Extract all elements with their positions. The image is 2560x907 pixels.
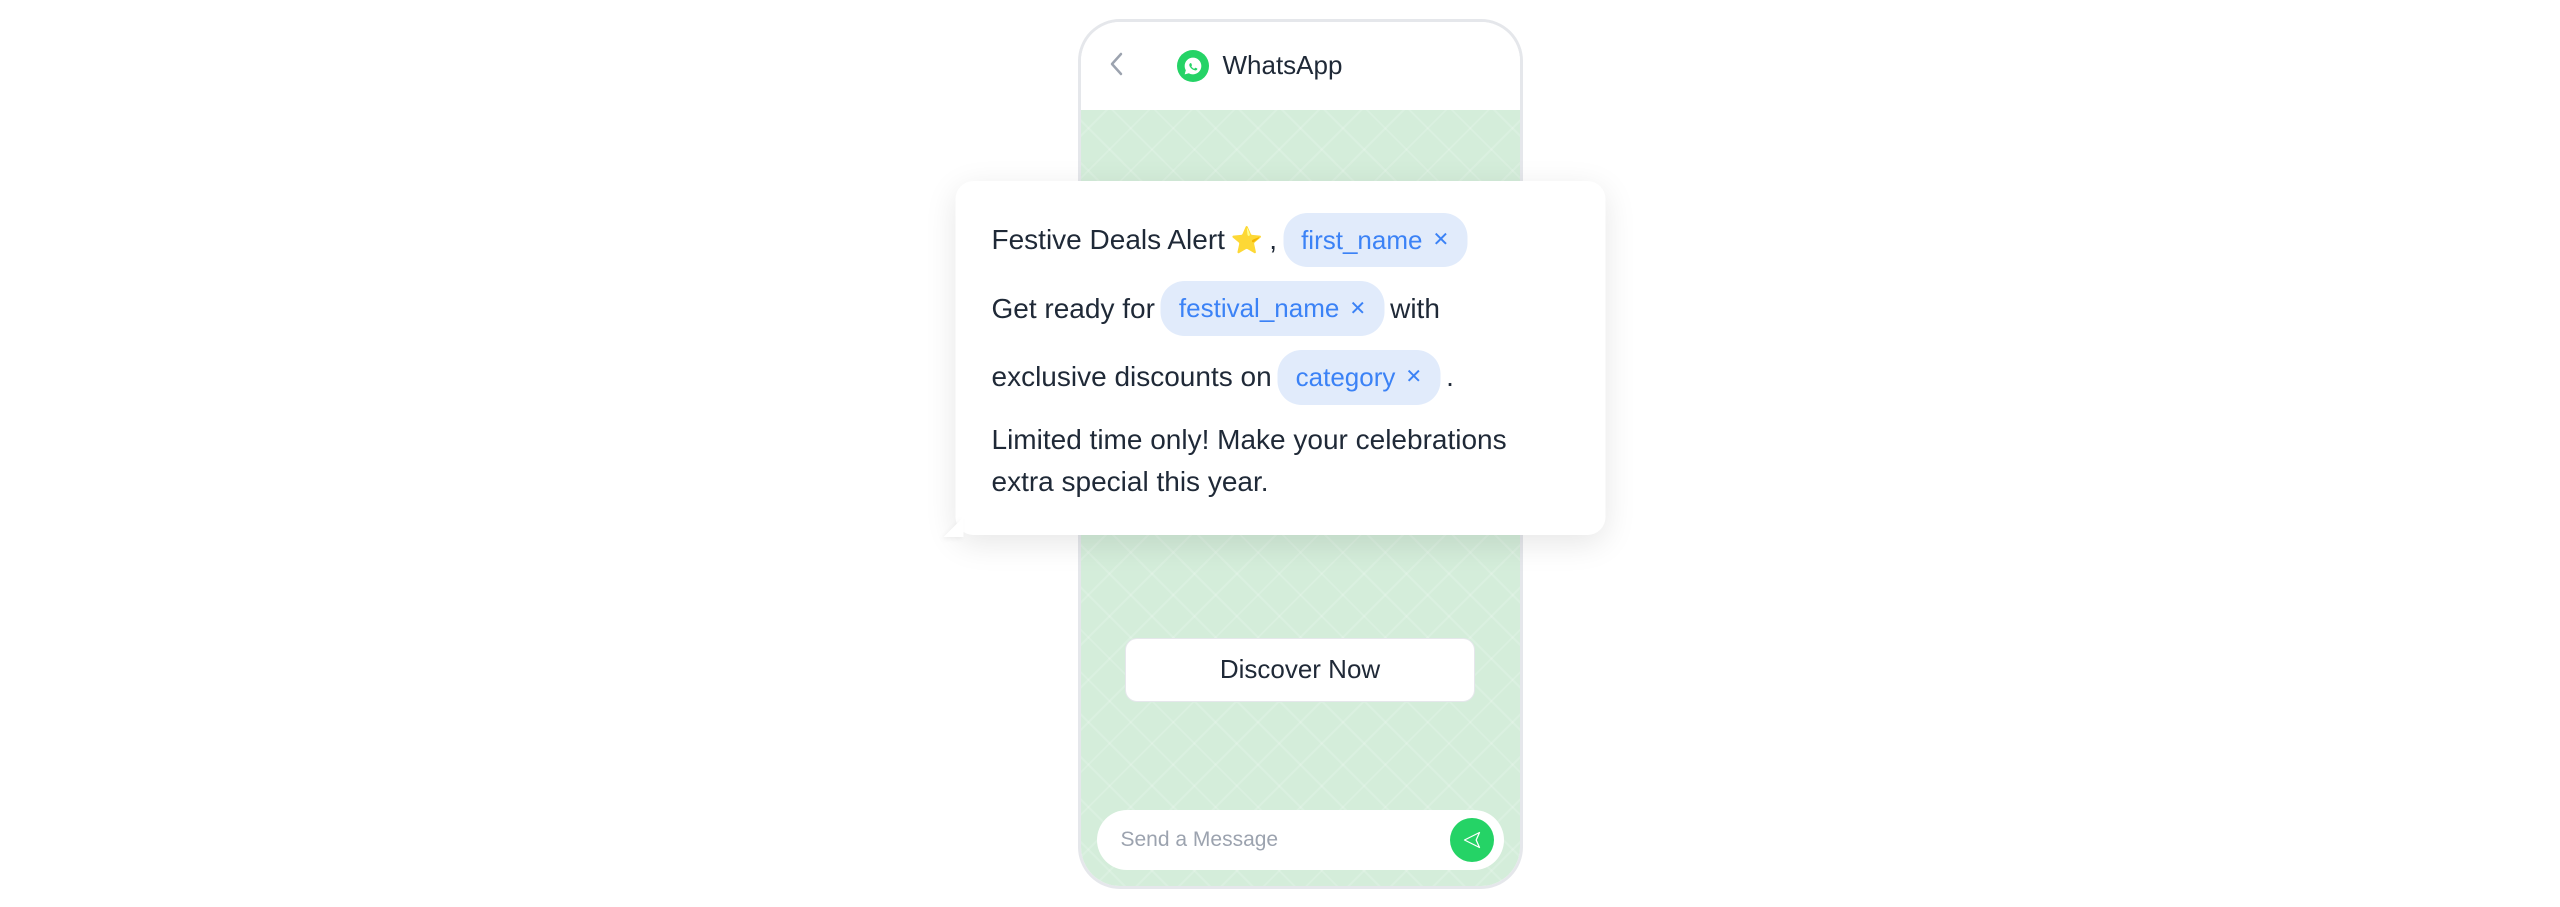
close-icon[interactable]: ✕ (1432, 222, 1449, 258)
variable-chip-festival-name[interactable]: festival_name ✕ (1161, 281, 1384, 336)
cta-label: Discover Now (1220, 654, 1380, 685)
back-icon[interactable] (1109, 47, 1123, 84)
text-segment: Limited time only! Make your celebration… (992, 424, 1507, 497)
text-segment: Festive Deals Alert (992, 215, 1225, 265)
send-button[interactable] (1450, 818, 1494, 862)
message-template-bubble: Festive Deals Alert ⭐ , first_name ✕ Get… (956, 181, 1606, 535)
chip-label: category (1296, 354, 1396, 401)
discover-now-button[interactable]: Discover Now (1125, 638, 1475, 702)
message-input-bar[interactable]: Send a Message (1097, 810, 1504, 870)
message-line-4: Limited time only! Make your celebration… (992, 419, 1570, 503)
chip-label: festival_name (1179, 285, 1339, 332)
message-line-1: Festive Deals Alert ⭐ , first_name ✕ (992, 213, 1570, 268)
text-segment: , (1269, 215, 1277, 265)
text-segment: . (1446, 352, 1454, 402)
whatsapp-icon (1177, 50, 1209, 82)
send-icon (1462, 830, 1482, 850)
text-segment: with (1390, 284, 1440, 334)
close-icon[interactable]: ✕ (1349, 291, 1366, 327)
close-icon[interactable]: ✕ (1405, 359, 1422, 395)
message-line-3: exclusive discounts on category ✕ . (992, 350, 1570, 405)
variable-chip-first-name[interactable]: first_name ✕ (1283, 213, 1467, 268)
star-icon: ⭐ (1231, 217, 1263, 264)
input-placeholder: Send a Message (1121, 828, 1450, 852)
text-segment: Get ready for (992, 284, 1155, 334)
text-segment: exclusive discounts on (992, 352, 1272, 402)
message-line-2: Get ready for festival_name ✕ with (992, 281, 1570, 336)
chat-header: WhatsApp (1081, 22, 1520, 110)
variable-chip-category[interactable]: category ✕ (1278, 350, 1441, 405)
chip-label: first_name (1301, 217, 1422, 264)
app-title: WhatsApp (1223, 50, 1343, 81)
